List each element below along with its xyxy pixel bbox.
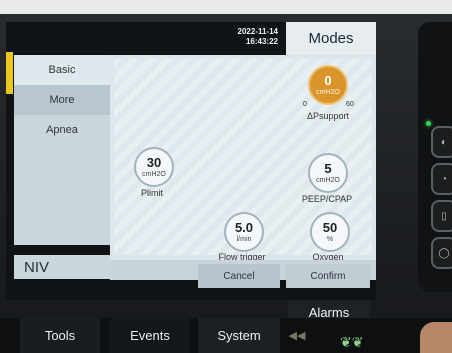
hand [420, 322, 452, 353]
peep-unit: cmH2O [316, 176, 340, 184]
lungs-icon: ❦❦ [340, 334, 364, 350]
datetime: 2022-11-14 16:43:22 [218, 27, 278, 47]
hw-button-2[interactable]: ◔ [431, 163, 452, 195]
plimit-label: Plimit [141, 188, 163, 198]
parameter-panel: 0 cmH2O 0 60 ΔPsupport 30 cmH2O Plimit 5… [110, 55, 376, 262]
hw-button-4[interactable]: ◯ [431, 237, 452, 269]
psupport-range-min: 0 [303, 101, 307, 108]
sidebar-item-basic[interactable]: Basic [14, 55, 110, 85]
psupport-unit: cmH2O [316, 88, 340, 96]
top-strip [0, 0, 452, 14]
header-bar: 2022-11-14 16:43:22 Modes [6, 22, 376, 55]
confirm-button[interactable]: Confirm [286, 264, 370, 288]
oxygen-unit: % [326, 235, 334, 243]
plimit-unit: cmH2O [142, 170, 166, 178]
plimit-dial[interactable]: 30 cmH2O [134, 147, 174, 187]
sidebar-item-more[interactable]: More [14, 85, 110, 115]
mode-name: NIV [14, 255, 110, 279]
active-mode-marker [6, 52, 13, 94]
peep-label: PEEP/CPAP [301, 194, 353, 204]
plimit-value: 30 [146, 154, 162, 170]
nav-system[interactable]: System [198, 318, 280, 353]
peep-dial[interactable]: 5 cmH2O [308, 153, 348, 193]
psupport-value: 0 [324, 72, 332, 88]
psupport-dial[interactable]: 0 cmH2O [308, 65, 348, 105]
oxygen-dial[interactable]: 50 % [310, 212, 350, 252]
ventilator-screen: 2022-11-14 16:43:22 Modes Basic More Apn… [6, 22, 376, 300]
flow-trigger-dial[interactable]: 5.0 l/min [224, 212, 264, 252]
tab-modes[interactable]: Modes [286, 22, 376, 55]
psupport-label: ΔPsupport [306, 111, 350, 121]
cancel-button[interactable]: Cancel [198, 264, 280, 288]
power-led-icon [426, 121, 431, 126]
flow-trigger-value: 5.0 [234, 219, 254, 235]
date-text: 2022-11-14 [237, 27, 278, 36]
rewind-icon[interactable]: ◀◀ [286, 318, 308, 353]
hw-button-1[interactable]: ◐ [431, 126, 452, 158]
bottom-nav: Tools Events System ◀◀ [0, 318, 452, 353]
peep-value: 5 [324, 160, 332, 176]
sidebar-item-apnea[interactable]: Apnea [14, 115, 110, 145]
flow-trigger-unit: l/min [236, 235, 252, 243]
nav-events[interactable]: Events [110, 318, 190, 353]
oxygen-value: 50 [322, 219, 338, 235]
nav-tools[interactable]: Tools [20, 318, 100, 353]
mode-sidebar: Basic More Apnea [14, 55, 110, 245]
hw-button-3[interactable]: ▯ [431, 200, 452, 232]
time-text: 16:43:22 [245, 37, 278, 46]
psupport-range-max: 60 [346, 101, 354, 108]
